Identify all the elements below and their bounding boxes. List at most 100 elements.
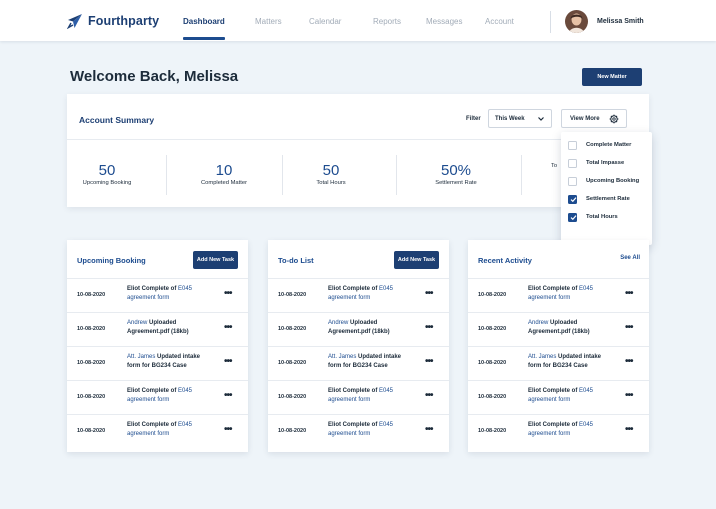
item-link[interactable]: agreement form: [528, 431, 570, 437]
item-link[interactable]: agreement form: [328, 431, 370, 437]
list-item[interactable]: 10-08-2020 Andrew Uploaded Agreement.pdf …: [468, 312, 649, 346]
add-new-task-button[interactable]: Add New Task: [394, 251, 439, 269]
nav-reports[interactable]: Reports: [373, 17, 401, 26]
more-options-icon[interactable]: •••: [625, 322, 633, 333]
item-link[interactable]: Att. James: [127, 354, 155, 360]
more-options-icon[interactable]: •••: [625, 424, 633, 435]
list-item[interactable]: 10-08-2020 Att. James Updated intake form…: [468, 346, 649, 380]
item-link[interactable]: E045: [379, 286, 393, 292]
menu-item-complete-matter[interactable]: Complete Matter: [561, 136, 652, 154]
more-options-icon[interactable]: •••: [425, 356, 433, 367]
item-link[interactable]: E045: [379, 422, 393, 428]
more-options-icon[interactable]: •••: [425, 424, 433, 435]
more-options-icon[interactable]: •••: [224, 322, 232, 333]
item-date: 10-08-2020: [478, 326, 507, 332]
more-options-icon[interactable]: •••: [224, 390, 232, 401]
list-item[interactable]: 10-08-2020 Eliot Complete of E045 agreeme…: [67, 278, 248, 312]
item-link[interactable]: E045: [178, 286, 192, 292]
item-link[interactable]: Andrew: [127, 320, 147, 326]
brand-logo[interactable]: Fourthparty: [67, 13, 159, 29]
menu-item-settlement-rate[interactable]: Settlement Rate: [561, 190, 652, 208]
item-text: Andrew Uploaded Agreement.pdf (18kb): [127, 319, 219, 336]
item-link[interactable]: E045: [379, 388, 393, 394]
more-options-icon[interactable]: •••: [625, 390, 633, 401]
more-options-icon[interactable]: •••: [625, 288, 633, 299]
checkbox[interactable]: [568, 158, 577, 168]
avatar[interactable]: [565, 10, 588, 33]
item-link[interactable]: Att. James: [528, 354, 556, 360]
item-link[interactable]: agreement form: [528, 295, 570, 301]
menu-item-total-impasse[interactable]: Total Impasse: [561, 154, 652, 172]
filter-dropdown[interactable]: This Week: [488, 109, 552, 128]
item-text-part: Uploaded: [348, 320, 378, 326]
add-new-task-button[interactable]: Add New Task: [193, 251, 238, 269]
item-link[interactable]: E045: [178, 388, 192, 394]
item-link[interactable]: E045: [579, 286, 593, 292]
nav-calendar[interactable]: Calendar: [309, 17, 341, 26]
stat-label: Settlement Rate: [435, 180, 477, 186]
list-item[interactable]: 10-08-2020 Eliot Complete of E045 agreeme…: [468, 278, 649, 312]
more-options-icon[interactable]: •••: [224, 356, 232, 367]
list-item[interactable]: 10-08-2020 Eliot Complete of E045 agreeme…: [268, 278, 449, 312]
item-link[interactable]: agreement form: [328, 295, 370, 301]
item-link[interactable]: agreement form: [328, 397, 370, 403]
view-more-label: View More: [570, 116, 600, 122]
item-link[interactable]: agreement form: [127, 295, 169, 301]
item-link[interactable]: E045: [178, 422, 192, 428]
checkbox[interactable]: [568, 176, 577, 186]
see-all-link[interactable]: See All: [620, 255, 640, 261]
user-name[interactable]: Melissa Smith: [597, 18, 644, 25]
view-more-button[interactable]: View More: [561, 109, 627, 128]
nav-dashboard[interactable]: Dashboard: [183, 17, 225, 26]
item-link[interactable]: E045: [579, 422, 593, 428]
item-link[interactable]: E045: [579, 388, 593, 394]
item-text: Eliot Complete of E045 agreement form: [328, 421, 420, 438]
item-link[interactable]: Andrew: [528, 320, 548, 326]
checkbox-checked[interactable]: [568, 194, 577, 204]
item-link[interactable]: Att. James: [328, 354, 356, 360]
list-item[interactable]: 10-08-2020 Eliot Complete of E045 agreeme…: [468, 380, 649, 414]
list-item[interactable]: 10-08-2020 Andrew Uploaded Agreement.pdf …: [268, 312, 449, 346]
nav-matters[interactable]: Matters: [255, 17, 282, 26]
check-icon: [570, 197, 576, 203]
item-text-part: Agreement.pdf (18kb): [528, 328, 590, 335]
more-options-icon[interactable]: •••: [224, 424, 232, 435]
item-text: Att. James Updated intake form for BG234 …: [127, 353, 219, 370]
more-options-icon[interactable]: •••: [425, 390, 433, 401]
menu-item-label: Settlement Rate: [586, 196, 630, 202]
stat-value: 10: [215, 162, 233, 179]
list-item[interactable]: 10-08-2020 Andrew Uploaded Agreement.pdf …: [67, 312, 248, 346]
item-text-part: Eliot Complete of: [328, 422, 379, 428]
item-text-part: Eliot Complete of: [127, 388, 178, 394]
more-options-icon[interactable]: •••: [425, 288, 433, 299]
menu-item-upcoming-booking[interactable]: Upcoming Booking: [561, 172, 652, 190]
item-link[interactable]: agreement form: [528, 397, 570, 403]
list-item[interactable]: 10-08-2020 Att. James Updated intake form…: [67, 346, 248, 380]
item-date: 10-08-2020: [478, 360, 507, 366]
list-item[interactable]: 10-08-2020 Eliot Complete of E045 agreeme…: [268, 380, 449, 414]
nav-messages[interactable]: Messages: [426, 17, 462, 26]
list-item[interactable]: 10-08-2020 Att. James Updated intake form…: [268, 346, 449, 380]
stat-value: 50%: [440, 162, 472, 179]
item-text-part: Eliot Complete of: [328, 388, 379, 394]
menu-item-total-hours[interactable]: Total Hours: [561, 208, 652, 226]
item-link[interactable]: agreement form: [127, 397, 169, 403]
list-item[interactable]: 10-08-2020 Eliot Complete of E045 agreeme…: [67, 414, 248, 448]
list-item[interactable]: 10-08-2020 Eliot Complete of E045 agreeme…: [468, 414, 649, 448]
todo-list-panel: To-do List Add New Task 10-08-2020 Eliot…: [268, 240, 449, 452]
checkbox[interactable]: [568, 140, 577, 150]
new-matter-button[interactable]: New Matter: [582, 68, 642, 86]
item-link[interactable]: Andrew: [328, 320, 348, 326]
checkbox-checked[interactable]: [568, 212, 577, 222]
more-options-icon[interactable]: •••: [224, 288, 232, 299]
nav-account[interactable]: Account: [485, 17, 514, 26]
item-link[interactable]: agreement form: [127, 431, 169, 437]
stat-upcoming-booking: 50 Upcoming Booking: [50, 162, 164, 186]
list-item[interactable]: 10-08-2020 Eliot Complete of E045 agreeme…: [67, 380, 248, 414]
more-options-icon[interactable]: •••: [425, 322, 433, 333]
chevron-down-icon: [538, 117, 544, 121]
header-divider: [550, 11, 551, 33]
stat-settlement-rate: 50% Settlement Rate: [399, 162, 513, 186]
list-item[interactable]: 10-08-2020 Eliot Complete of E045 agreeme…: [268, 414, 449, 448]
more-options-icon[interactable]: •••: [625, 356, 633, 367]
